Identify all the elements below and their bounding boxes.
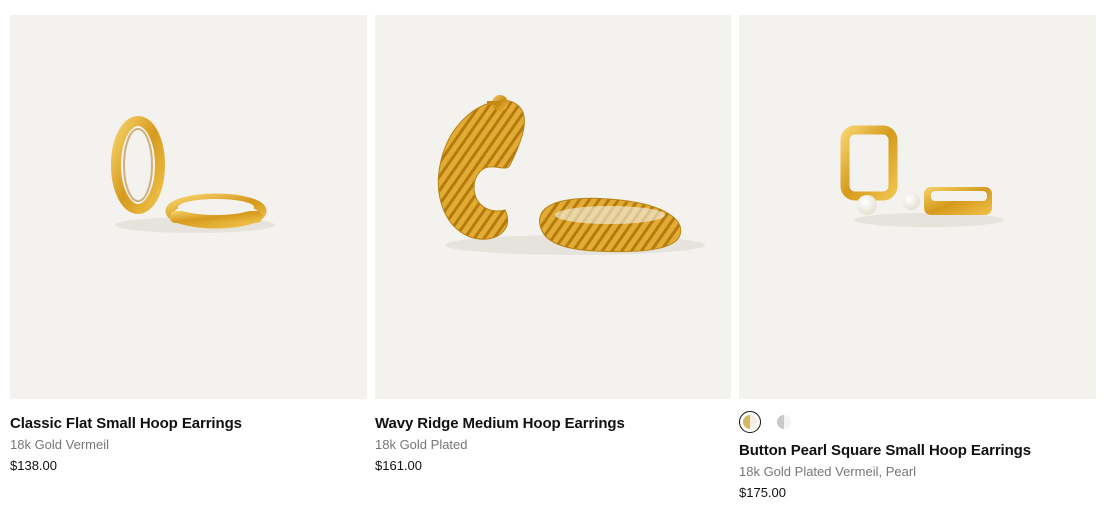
product-title[interactable]: Button Pearl Square Small Hoop Earrings [739,442,1096,460]
product-grid: Classic Flat Small Hoop Earrings 18k Gol… [0,0,1111,511]
color-swatches [739,410,1096,434]
product-image[interactable] [375,15,731,399]
product-material: 18k Gold Plated Vermeil, Pearl [739,464,917,479]
product-card[interactable]: Wavy Ridge Medium Hoop Earrings 18k Gold… [375,15,731,474]
product-title[interactable]: Wavy Ridge Medium Hoop Earrings [375,415,731,433]
product-title[interactable]: Classic Flat Small Hoop Earrings [10,415,367,433]
product-price: $175.00 [739,485,786,500]
swatch-gold-pearl[interactable] [739,411,761,433]
product-image[interactable] [739,15,1096,399]
product-material: 18k Gold Plated [375,437,468,452]
product-card[interactable]: Button Pearl Square Small Hoop Earrings … [739,15,1096,501]
product-image[interactable] [10,15,367,399]
product-material: 18k Gold Vermeil [10,437,109,452]
gold-flat-hoop-earrings-image [111,116,275,233]
product-price: $161.00 [375,458,422,473]
gold-square-pearl-hoop-earrings-image [840,125,1004,227]
gold-ridged-hoop-earrings-image [437,95,705,255]
product-card[interactable]: Classic Flat Small Hoop Earrings 18k Gol… [10,15,367,474]
swatch-silver-pearl[interactable] [773,411,795,433]
product-price: $138.00 [10,458,57,473]
